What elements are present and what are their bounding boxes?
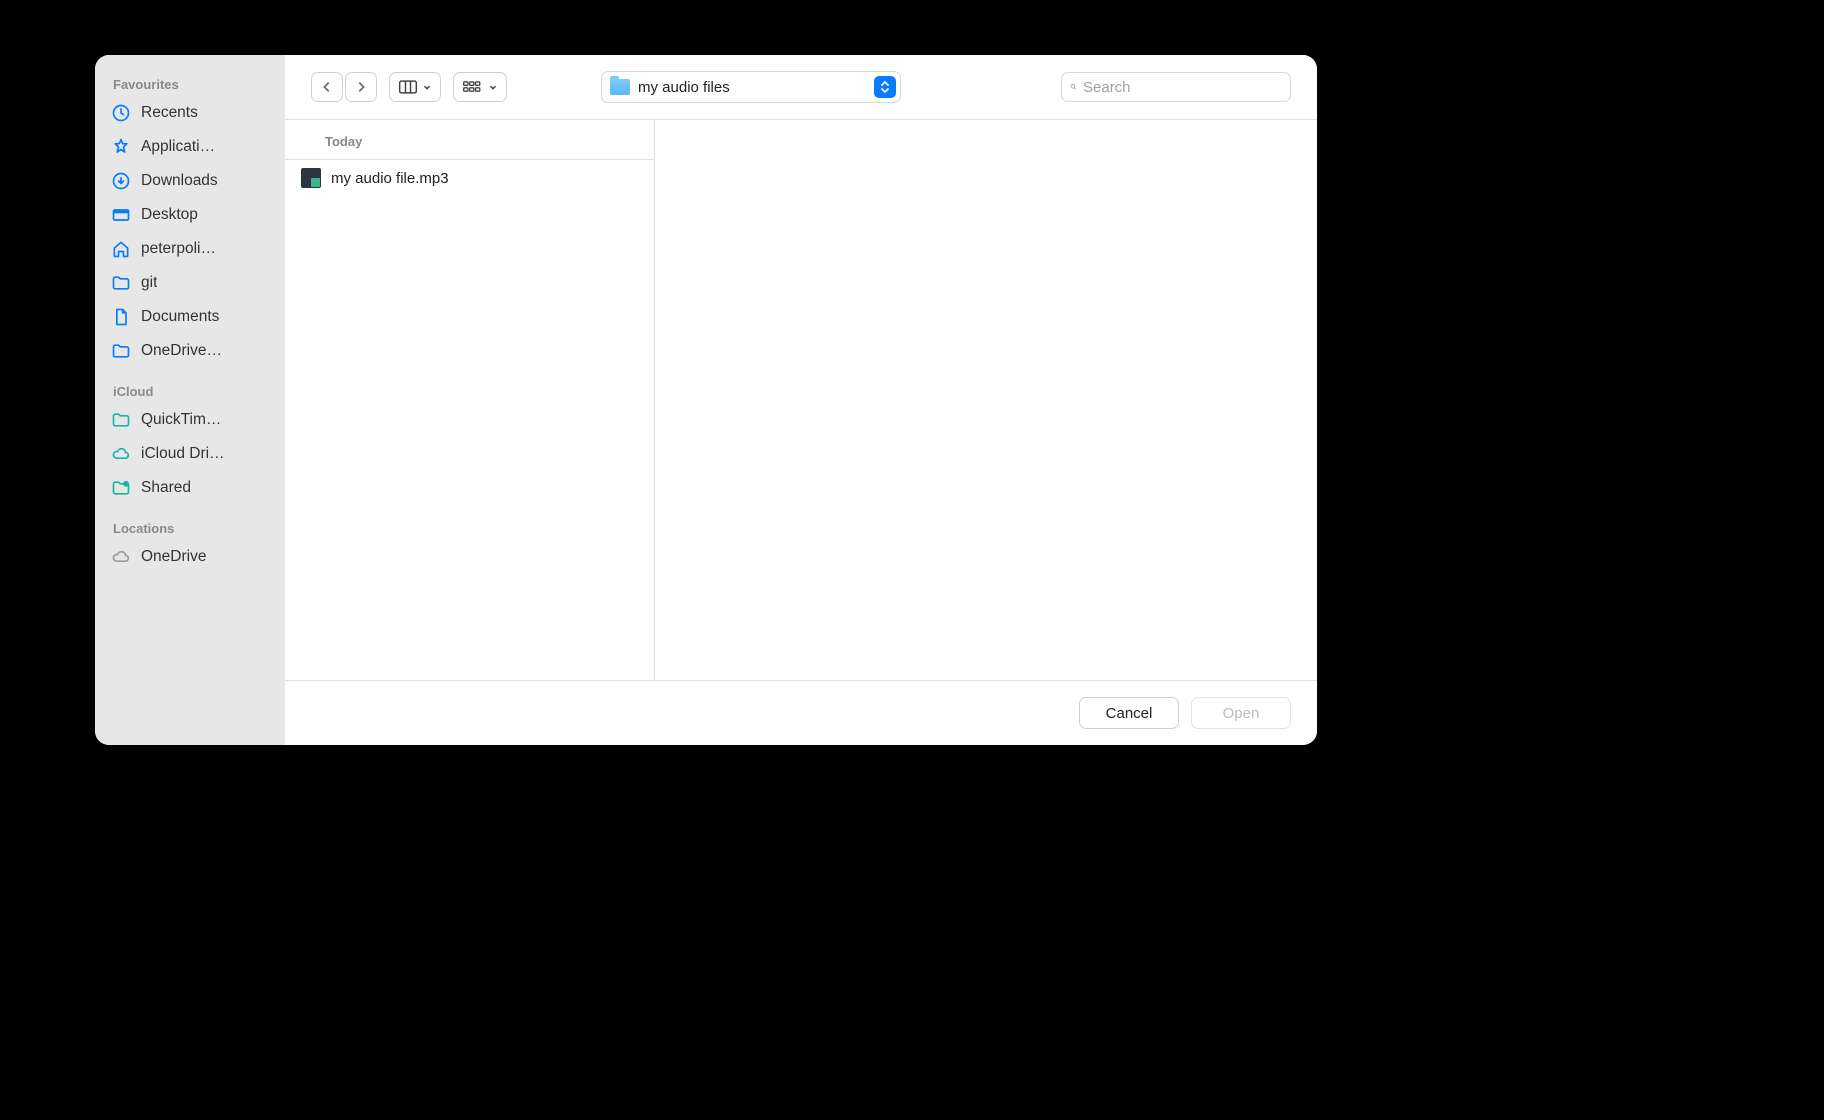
sidebar-item-onedrive-location[interactable]: OneDrive <box>95 540 285 574</box>
chevron-right-icon <box>354 80 368 94</box>
sidebar-item-home[interactable]: peterpoli… <box>95 232 285 266</box>
footer: Cancel Open <box>285 681 1317 745</box>
columns-view-button[interactable] <box>389 72 441 102</box>
content-area: Today my audio file.mp3 <box>285 119 1317 681</box>
download-icon <box>111 171 131 191</box>
sidebar-item-label: peterpoli… <box>141 240 216 258</box>
sidebar-item-git[interactable]: git <box>95 266 285 300</box>
cloud-icon <box>111 547 131 567</box>
sidebar-item-icloud-drive[interactable]: iCloud Dri… <box>95 437 285 471</box>
updown-icon <box>879 80 891 94</box>
search-input[interactable] <box>1083 79 1282 96</box>
section-title: iCloud <box>95 378 285 403</box>
sidebar-item-onedrive[interactable]: OneDrive… <box>95 334 285 368</box>
group-view-button[interactable] <box>453 72 507 102</box>
cancel-button[interactable]: Cancel <box>1079 697 1179 729</box>
folder-selector[interactable]: my audio files <box>601 71 901 103</box>
sidebar-item-shared[interactable]: Shared <box>95 471 285 505</box>
main-panel: my audio files Today my audio file.mp3 <box>285 55 1317 745</box>
sidebar: Favourites Recents Applicati… Downloads <box>95 55 285 745</box>
search-icon <box>1070 79 1077 95</box>
sidebar-item-label: Applicati… <box>141 138 215 156</box>
preview-pane <box>655 120 1317 680</box>
sidebar-item-label: Desktop <box>141 206 198 224</box>
cloud-icon <box>111 444 131 464</box>
folder-icon <box>111 341 131 361</box>
columns-icon <box>398 79 418 95</box>
chevron-left-icon <box>320 80 334 94</box>
sidebar-section-icloud: iCloud QuickTim… iCloud Dri… Shared <box>95 378 285 505</box>
folder-badge-icon <box>111 478 131 498</box>
toolbar: my audio files <box>285 55 1317 119</box>
clock-icon <box>111 103 131 123</box>
sidebar-item-applications[interactable]: Applicati… <box>95 130 285 164</box>
sidebar-item-label: Recents <box>141 104 198 122</box>
sidebar-item-label: Shared <box>141 479 191 497</box>
nav-group <box>311 72 377 102</box>
forward-button[interactable] <box>345 72 377 102</box>
audio-file-icon <box>301 168 321 188</box>
sidebar-section-favourites: Favourites Recents Applicati… Downloads <box>95 71 285 368</box>
group-icon <box>462 79 484 95</box>
file-column[interactable]: Today my audio file.mp3 <box>285 120 655 680</box>
sidebar-item-label: git <box>141 274 157 292</box>
folder-dropdown-toggle[interactable] <box>874 76 896 98</box>
column-header: Today <box>285 120 654 160</box>
chevron-down-icon <box>422 82 432 92</box>
sidebar-item-desktop[interactable]: Desktop <box>95 198 285 232</box>
doc-icon <box>111 307 131 327</box>
home-icon <box>111 239 131 259</box>
open-button[interactable]: Open <box>1191 697 1291 729</box>
sidebar-item-label: OneDrive <box>141 548 206 566</box>
sidebar-section-locations: Locations OneDrive <box>95 515 285 574</box>
sidebar-item-documents[interactable]: Documents <box>95 300 285 334</box>
sidebar-item-label: QuickTim… <box>141 411 221 429</box>
search-box[interactable] <box>1061 72 1291 102</box>
file-name: my audio file.mp3 <box>331 170 449 187</box>
folder-icon <box>610 79 630 95</box>
sidebar-item-downloads[interactable]: Downloads <box>95 164 285 198</box>
chevron-down-icon <box>488 82 498 92</box>
back-button[interactable] <box>311 72 343 102</box>
sidebar-item-quicktime[interactable]: QuickTim… <box>95 403 285 437</box>
sidebar-item-recents[interactable]: Recents <box>95 96 285 130</box>
current-folder-name: my audio files <box>638 79 730 96</box>
sidebar-item-label: Downloads <box>141 172 218 190</box>
app-icon <box>111 137 131 157</box>
file-row[interactable]: my audio file.mp3 <box>285 160 654 196</box>
open-file-dialog: Favourites Recents Applicati… Downloads <box>95 55 1317 745</box>
desktop-icon <box>111 205 131 225</box>
sidebar-item-label: iCloud Dri… <box>141 445 225 463</box>
folder-icon <box>111 273 131 293</box>
sidebar-item-label: Documents <box>141 308 219 326</box>
sidebar-item-label: OneDrive… <box>141 342 222 360</box>
folder-icon <box>111 410 131 430</box>
section-title: Favourites <box>95 71 285 96</box>
section-title: Locations <box>95 515 285 540</box>
